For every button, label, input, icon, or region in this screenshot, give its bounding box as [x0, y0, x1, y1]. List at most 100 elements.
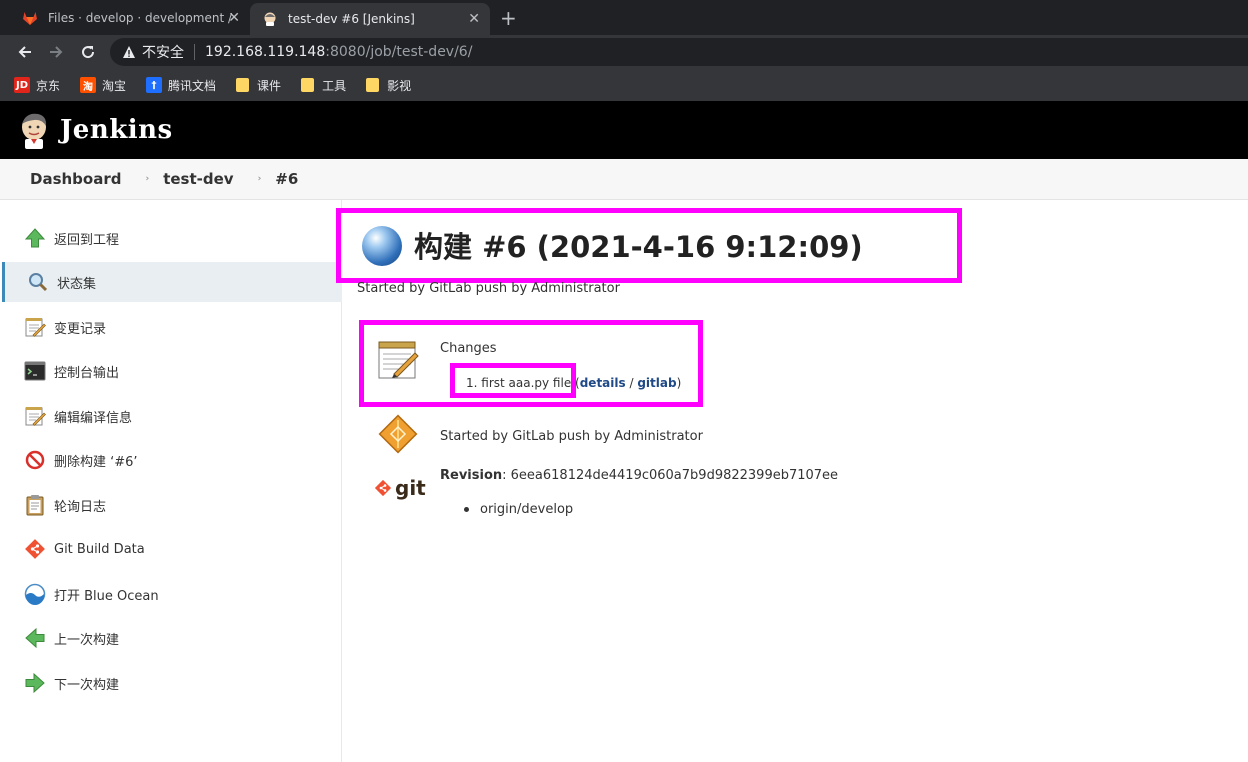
jenkins-brand[interactable]: Jenkins	[60, 115, 173, 145]
task-label: 状态集	[57, 276, 97, 292]
changes-heading: Changes	[440, 341, 497, 356]
security-label[interactable]: 不安全	[142, 42, 184, 62]
new-tab-button[interactable]: +	[500, 6, 517, 30]
tab-title: test-dev #6 [Jenkins]	[288, 12, 415, 26]
url-host: 192.168.119.148	[205, 44, 326, 60]
right-arrow-icon	[24, 672, 46, 694]
task-polling-log[interactable]: 轮询日志	[2, 485, 342, 525]
bookmark-label: 课件	[257, 78, 282, 93]
divider	[194, 44, 195, 60]
change-close-paren: )	[676, 376, 682, 390]
blue-ocean-icon	[24, 583, 46, 605]
task-label: 控制台输出	[54, 365, 120, 381]
git-icon	[374, 479, 392, 497]
side-panel: 返回到工程 状态集 变更记录 控制台输出 编辑编译信息 删除构建 ‘#6’ 轮询…	[2, 200, 342, 762]
gitlab-link[interactable]: gitlab	[637, 376, 676, 390]
task-previous-build[interactable]: 上一次构建	[2, 618, 342, 658]
bookmark-folder-video[interactable]: 影视	[366, 77, 411, 94]
notepad-icon	[378, 341, 419, 379]
gitlab-fox-icon	[23, 11, 37, 25]
breadcrumb-build[interactable]: #6	[275, 170, 298, 188]
task-label: 编辑编译信息	[54, 410, 133, 426]
git-wordmark: git	[395, 476, 426, 500]
bookmarks-bar: JD 京东 淘 淘宝 † 腾讯文档 课件 工具 影视	[0, 69, 1248, 101]
up-arrow-icon	[24, 227, 46, 249]
folder-icon	[236, 78, 250, 92]
breadcrumb: Dashboard › test-dev › #6	[0, 159, 1248, 200]
warning-icon	[123, 46, 135, 58]
task-console-output[interactable]: 控制台输出	[2, 351, 342, 391]
task-label: 变更记录	[54, 321, 107, 337]
left-arrow-icon	[24, 627, 46, 649]
task-status[interactable]: 状态集	[2, 262, 342, 302]
jenkins-icon	[264, 12, 276, 26]
breadcrumb-separator[interactable]: ›	[258, 174, 262, 184]
clipboard-icon	[24, 494, 46, 516]
task-label: 下一次构建	[54, 677, 120, 693]
breadcrumb-dashboard[interactable]: Dashboard	[30, 170, 121, 188]
task-open-blue-ocean[interactable]: 打开 Blue Ocean	[2, 574, 342, 614]
tab-title: Files · develop · development /	[48, 10, 233, 25]
revision-label: Revision	[440, 468, 503, 483]
task-changes[interactable]: 变更记录	[2, 307, 342, 347]
task-label: 删除构建 ‘#6’	[54, 454, 138, 470]
bookmark-folder-tools[interactable]: 工具	[301, 77, 346, 94]
tab-gitlab-files[interactable]: Files · develop · development / ✕	[10, 0, 250, 35]
jd-icon: JD	[14, 77, 30, 93]
notepad-icon	[24, 405, 46, 427]
bookmark-label: 腾讯文档	[168, 78, 217, 93]
git-icon	[24, 538, 46, 560]
gitlab-trigger-icon	[378, 414, 418, 454]
branch-list-item: origin/develop	[464, 502, 573, 517]
close-icon[interactable]: ✕	[228, 10, 240, 26]
task-delete-build[interactable]: 删除构建 ‘#6’	[2, 440, 342, 480]
task-back-to-project[interactable]: 返回到工程	[2, 218, 342, 258]
bookmark-jd[interactable]: JD 京东	[14, 77, 60, 94]
task-git-build-data[interactable]: Git Build Data	[2, 529, 342, 569]
close-icon[interactable]: ✕	[468, 11, 480, 27]
back-icon[interactable]	[14, 41, 36, 63]
bookmark-label: 淘宝	[102, 78, 127, 93]
url-path: :8080/job/test-dev/6/	[325, 44, 473, 60]
jenkins-header: Jenkins	[0, 101, 1248, 159]
task-label: 打开 Blue Ocean	[54, 588, 159, 604]
task-edit-build-info[interactable]: 编辑编译信息	[2, 396, 342, 436]
trigger-cause: Started by GitLab push by Administrator	[440, 429, 703, 444]
highlight-box	[450, 363, 576, 398]
jenkins-logo-icon[interactable]	[16, 110, 52, 150]
bullet	[464, 507, 469, 512]
breadcrumb-separator[interactable]: ›	[145, 174, 149, 184]
folder-icon	[301, 78, 315, 92]
no-entry-icon	[24, 449, 46, 471]
reload-icon[interactable]	[77, 41, 99, 63]
breadcrumb-test-dev[interactable]: test-dev	[163, 170, 233, 188]
page-title: 构建 #6 (2021-4-16 9:12:09)	[414, 230, 863, 264]
task-label: 返回到工程	[54, 232, 120, 248]
folder-icon	[366, 78, 380, 92]
details-link[interactable]: details	[580, 376, 626, 390]
tab-jenkins-build[interactable]: test-dev #6 [Jenkins] ✕	[250, 3, 490, 35]
bookmark-folder-courseware[interactable]: 课件	[236, 77, 281, 94]
build-cause: Started by GitLab push by Administrator	[357, 281, 620, 296]
address-bar[interactable]: 不安全 192.168.119.148 :8080/job/test-dev/6…	[110, 38, 1248, 66]
task-label: Git Build Data	[54, 541, 145, 557]
task-label: 轮询日志	[54, 499, 107, 515]
terminal-icon	[24, 360, 46, 382]
browser-toolbar: 不安全 192.168.119.148 :8080/job/test-dev/6…	[0, 35, 1248, 69]
forward-icon[interactable]	[45, 41, 67, 63]
revision-line: Revision: 6eea618124de4419c060a7b9d98223…	[440, 468, 838, 483]
bookmark-taobao[interactable]: 淘 淘宝	[80, 77, 126, 94]
build-status-ball-icon	[362, 226, 402, 266]
tencent-docs-icon: †	[146, 77, 163, 93]
git-logo: git	[374, 476, 426, 500]
branch-name: origin/develop	[480, 502, 574, 517]
browser-tab-bar: Files · develop · development / ✕ test-d…	[0, 0, 1248, 35]
notepad-icon	[24, 316, 46, 338]
bookmark-label: 工具	[322, 78, 347, 93]
search-icon	[27, 271, 49, 293]
revision-value: : 6eea618124de4419c060a7b9d9822399eb7107…	[502, 468, 839, 483]
task-label: 上一次构建	[54, 632, 120, 648]
bookmark-label: 京东	[36, 78, 61, 93]
task-next-build[interactable]: 下一次构建	[2, 663, 342, 703]
bookmark-tencent-docs[interactable]: † 腾讯文档	[146, 77, 216, 94]
